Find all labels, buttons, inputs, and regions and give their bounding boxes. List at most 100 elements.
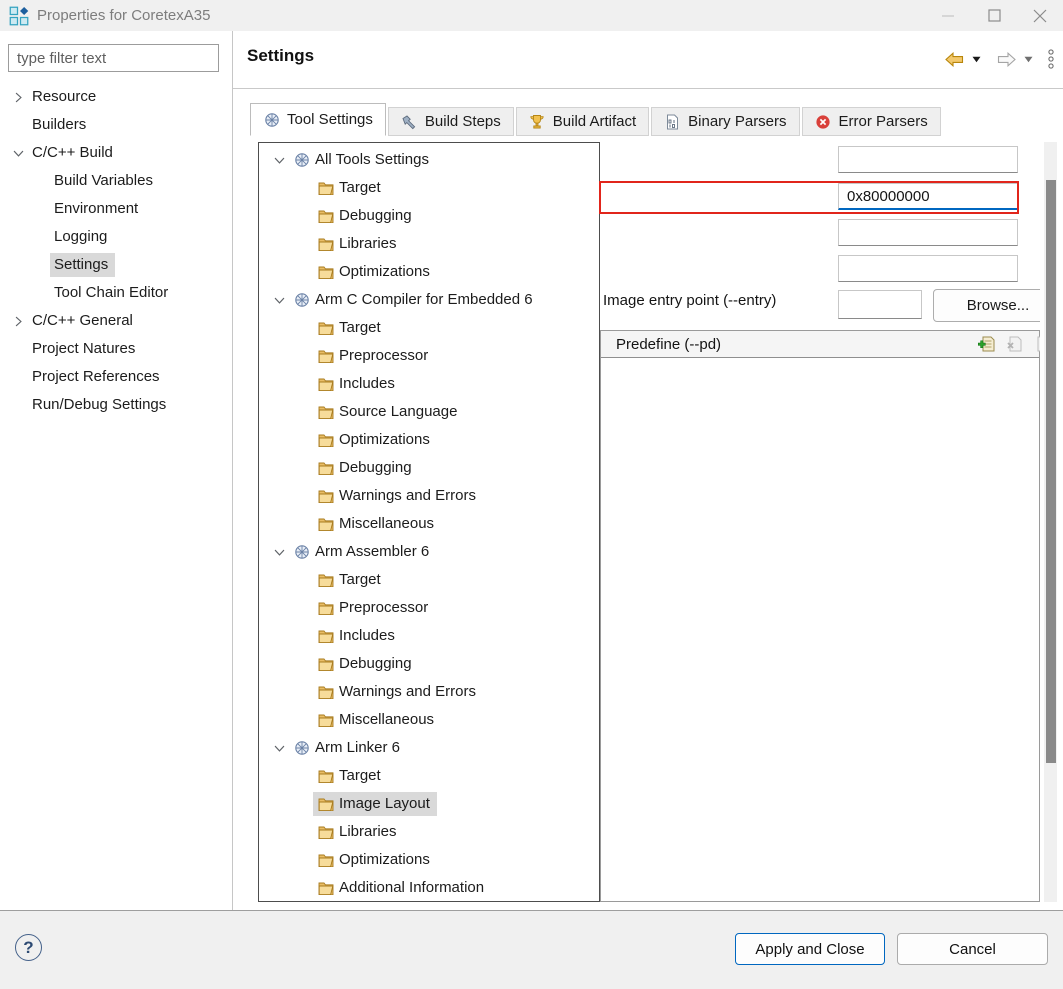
chevron-icon[interactable] bbox=[8, 88, 28, 106]
chevron-icon[interactable] bbox=[269, 543, 289, 561]
settings-tab[interactable]: Error Parsers bbox=[802, 107, 941, 136]
settings-tab[interactable]: Build Steps bbox=[388, 107, 514, 136]
sidebar-item[interactable]: Logging bbox=[0, 223, 231, 251]
chevron-icon[interactable] bbox=[293, 375, 313, 393]
tool-tree-item[interactable]: Includes bbox=[259, 370, 599, 398]
chevron-icon[interactable] bbox=[293, 431, 313, 449]
tool-tree-item[interactable]: Target bbox=[259, 174, 599, 202]
rw-base-address-input[interactable] bbox=[838, 219, 1018, 246]
back-history-dropdown[interactable] bbox=[970, 54, 983, 65]
chevron-icon[interactable] bbox=[293, 487, 313, 505]
chevron-icon[interactable] bbox=[30, 172, 50, 190]
chevron-icon[interactable] bbox=[269, 291, 289, 309]
sidebar-item[interactable]: Builders bbox=[0, 111, 231, 139]
chevron-icon[interactable] bbox=[293, 347, 313, 365]
predefine-list[interactable] bbox=[601, 358, 1039, 901]
tool-tree-item[interactable]: Debugging bbox=[259, 202, 599, 230]
tool-tree-item[interactable]: Miscellaneous bbox=[259, 510, 599, 538]
tool-tree-item[interactable]: Arm Assembler 6 bbox=[259, 538, 599, 566]
maximize-button[interactable] bbox=[971, 0, 1017, 31]
sidebar-item[interactable]: Environment bbox=[0, 195, 231, 223]
tool-tree-item[interactable]: Image Layout bbox=[259, 790, 599, 818]
sidebar-item[interactable]: Build Variables bbox=[0, 167, 231, 195]
forward-button[interactable] bbox=[995, 50, 1018, 69]
chevron-icon[interactable] bbox=[293, 207, 313, 225]
chevron-icon[interactable] bbox=[293, 571, 313, 589]
tool-tree-item[interactable]: Target bbox=[259, 314, 599, 342]
sidebar-item[interactable]: Tool Chain Editor bbox=[0, 279, 231, 307]
settings-tab[interactable]: Tool Settings bbox=[250, 103, 386, 136]
ro-base-address-input[interactable] bbox=[838, 183, 1018, 210]
tool-tree-item[interactable]: Preprocessor bbox=[259, 342, 599, 370]
zi-base-address-input[interactable] bbox=[838, 255, 1018, 282]
tool-tree-item[interactable]: Source Language bbox=[259, 398, 599, 426]
tool-tree-item[interactable]: Libraries bbox=[259, 818, 599, 846]
filter-input[interactable] bbox=[8, 44, 219, 72]
chevron-icon[interactable] bbox=[293, 655, 313, 673]
chevron-icon[interactable] bbox=[30, 228, 50, 246]
chevron-icon[interactable] bbox=[293, 627, 313, 645]
scrollbar-thumb[interactable] bbox=[1046, 180, 1056, 763]
back-button[interactable] bbox=[943, 50, 966, 69]
chevron-icon[interactable] bbox=[293, 459, 313, 477]
chevron-icon[interactable] bbox=[293, 179, 313, 197]
chevron-icon[interactable] bbox=[30, 200, 50, 218]
chevron-icon[interactable] bbox=[293, 403, 313, 421]
chevron-icon[interactable] bbox=[293, 263, 313, 281]
chevron-icon[interactable] bbox=[8, 116, 28, 134]
cancel-button[interactable]: Cancel bbox=[897, 933, 1048, 965]
edit-item-icon[interactable] bbox=[1031, 334, 1040, 354]
settings-tab[interactable]: Binary Parsers bbox=[651, 107, 799, 136]
chevron-icon[interactable] bbox=[293, 599, 313, 617]
chevron-icon[interactable] bbox=[293, 319, 313, 337]
tool-tree-item[interactable]: Debugging bbox=[259, 454, 599, 482]
help-button[interactable]: ? bbox=[15, 934, 42, 961]
vertical-scrollbar[interactable] bbox=[1044, 142, 1057, 902]
tool-tree-item[interactable]: Arm C Compiler for Embedded 6 bbox=[259, 286, 599, 314]
chevron-icon[interactable] bbox=[293, 823, 313, 841]
chevron-icon[interactable] bbox=[8, 396, 28, 414]
add-item-icon[interactable] bbox=[975, 334, 997, 354]
chevron-icon[interactable] bbox=[293, 767, 313, 785]
chevron-icon[interactable] bbox=[8, 312, 28, 330]
sidebar-item[interactable]: Project Natures bbox=[0, 335, 231, 363]
chevron-icon[interactable] bbox=[293, 879, 313, 897]
chevron-icon[interactable] bbox=[269, 151, 289, 169]
sidebar-item[interactable]: Resource bbox=[0, 83, 231, 111]
chevron-icon[interactable] bbox=[8, 144, 28, 162]
tool-tree-item[interactable]: Includes bbox=[259, 622, 599, 650]
chevron-icon[interactable] bbox=[293, 235, 313, 253]
tool-tree-item[interactable]: Target bbox=[259, 762, 599, 790]
delete-item-icon[interactable] bbox=[1003, 334, 1025, 354]
tool-tree-item[interactable]: Debugging bbox=[259, 650, 599, 678]
close-button[interactable] bbox=[1017, 0, 1063, 31]
forward-history-dropdown[interactable] bbox=[1022, 54, 1035, 65]
chevron-icon[interactable] bbox=[30, 256, 50, 274]
chevron-icon[interactable] bbox=[269, 739, 289, 757]
image-entry-point-input[interactable] bbox=[838, 146, 1018, 173]
chevron-icon[interactable] bbox=[293, 515, 313, 533]
tool-tree-item[interactable]: Preprocessor bbox=[259, 594, 599, 622]
tool-tree-item[interactable]: Optimizations bbox=[259, 426, 599, 454]
tool-tree-item[interactable]: Additional Information bbox=[259, 874, 599, 902]
tool-tree-item[interactable]: Libraries bbox=[259, 230, 599, 258]
tool-tree-item[interactable]: Optimizations bbox=[259, 846, 599, 874]
chevron-icon[interactable] bbox=[293, 795, 313, 813]
overflow-dots-icon[interactable] bbox=[1045, 47, 1057, 71]
chevron-icon[interactable] bbox=[8, 368, 28, 386]
tool-tree-item[interactable]: Target bbox=[259, 566, 599, 594]
sidebar-item[interactable]: C/C++ General bbox=[0, 307, 231, 335]
tool-tree-item[interactable]: Miscellaneous bbox=[259, 706, 599, 734]
tool-tree-item[interactable]: All Tools Settings bbox=[259, 146, 599, 174]
sidebar-item[interactable]: Settings bbox=[0, 251, 231, 279]
chevron-icon[interactable] bbox=[293, 711, 313, 729]
minimize-button[interactable] bbox=[925, 0, 971, 31]
chevron-icon[interactable] bbox=[8, 340, 28, 358]
apply-and-close-button[interactable]: Apply and Close bbox=[735, 933, 885, 965]
chevron-icon[interactable] bbox=[30, 284, 50, 302]
sidebar-item[interactable]: Project References bbox=[0, 363, 231, 391]
tool-tree-item[interactable]: Warnings and Errors bbox=[259, 678, 599, 706]
sidebar-item[interactable]: C/C++ Build bbox=[0, 139, 231, 167]
chevron-icon[interactable] bbox=[293, 851, 313, 869]
scatter-file-input[interactable] bbox=[838, 290, 922, 319]
